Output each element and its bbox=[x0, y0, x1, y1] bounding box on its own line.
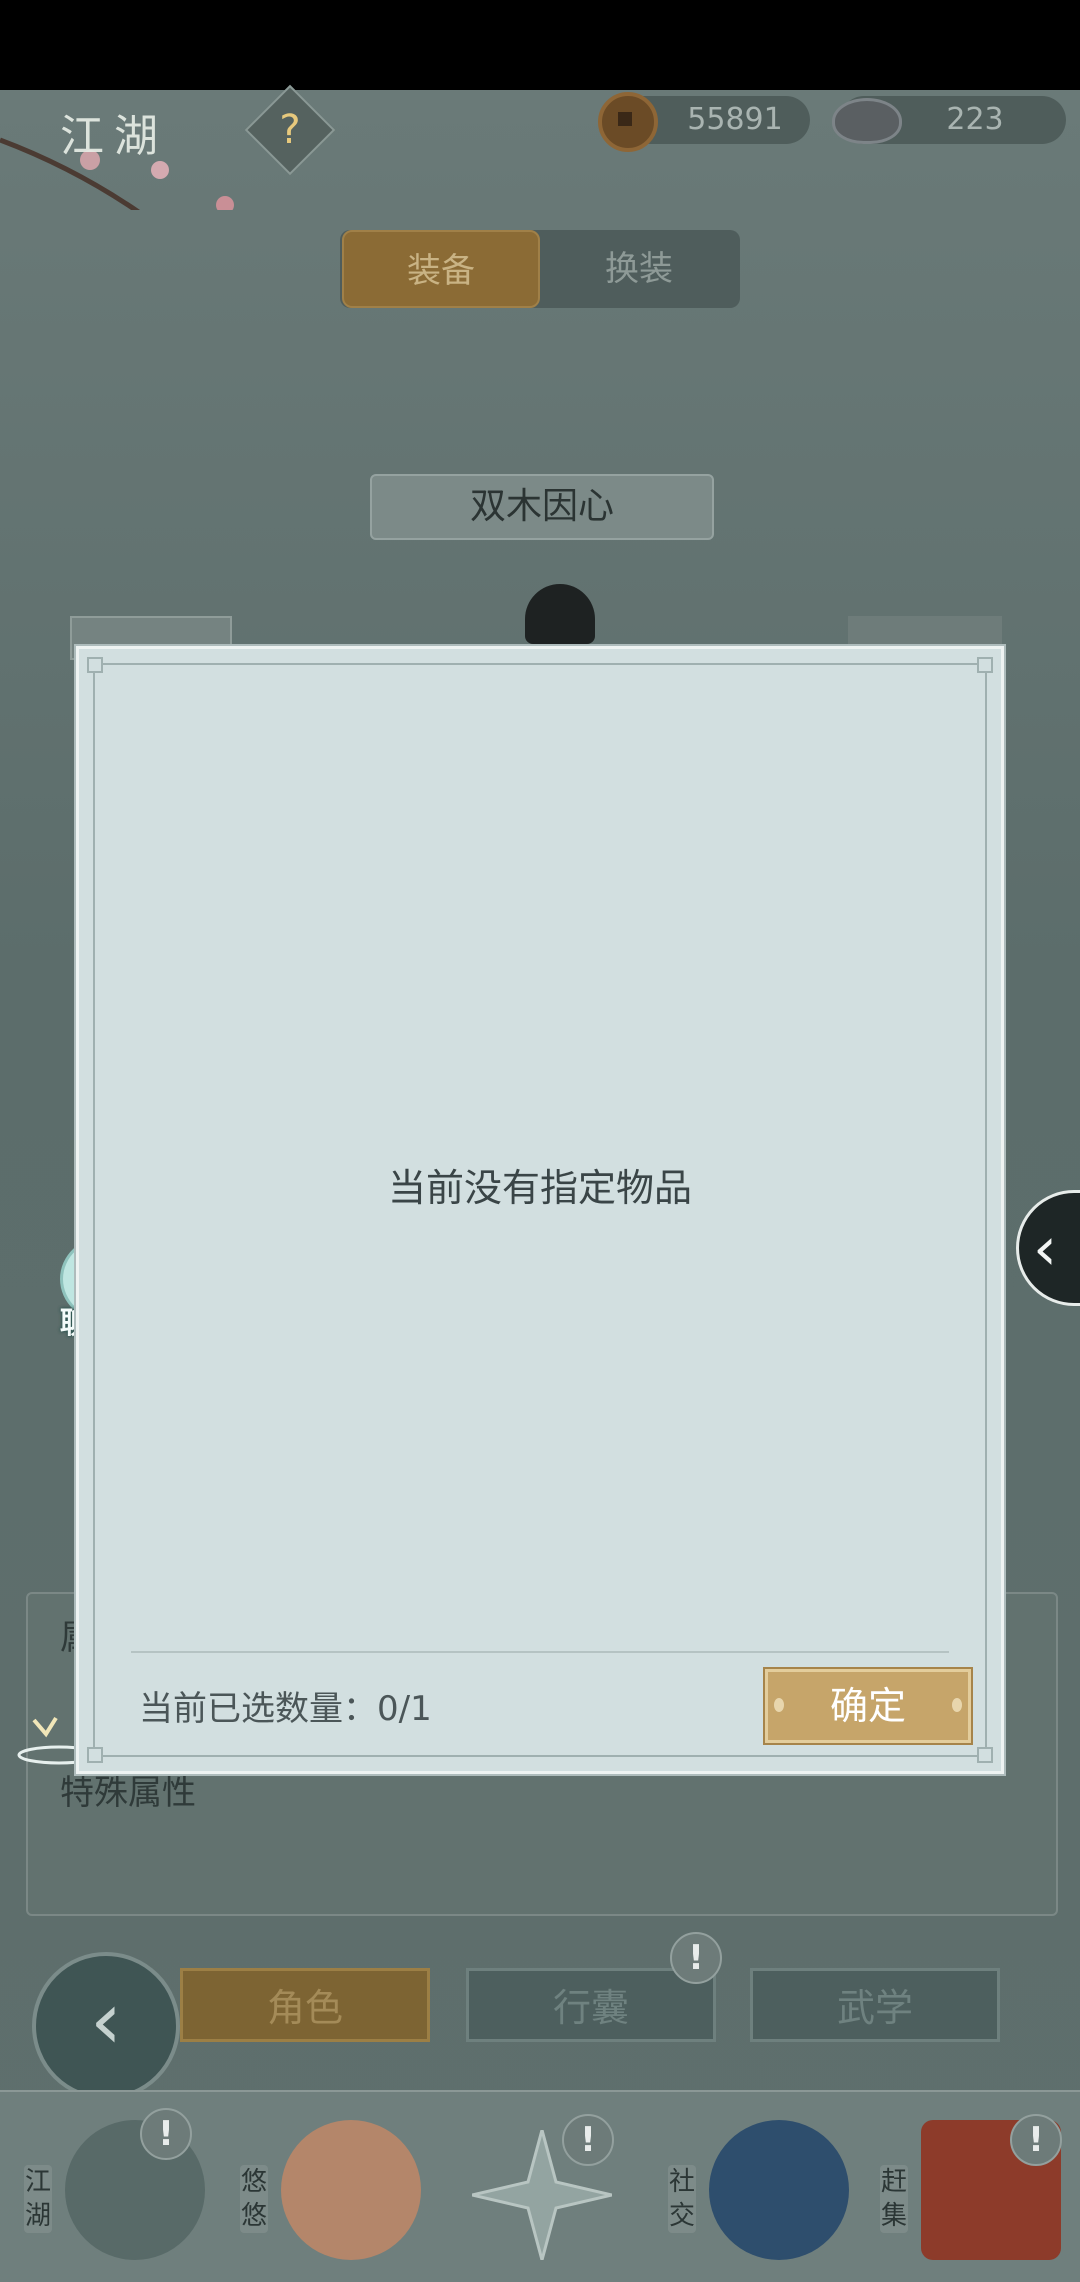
status-bar bbox=[0, 0, 1080, 90]
jianghu-alert-icon: ! bbox=[140, 2108, 192, 2160]
frame-corner bbox=[87, 1747, 103, 1763]
silver-amount: 223 bbox=[946, 102, 1004, 137]
bag-alert-icon: ! bbox=[670, 1932, 722, 1984]
empty-message: 当前没有指定物品 bbox=[387, 1166, 692, 1210]
confirm-button[interactable]: 确定 bbox=[765, 1669, 971, 1743]
copper-coin-icon bbox=[598, 92, 658, 152]
center-alert-icon: ! bbox=[562, 2114, 614, 2166]
nav-role-button[interactable]: 角色 bbox=[180, 1968, 430, 2042]
nav-skill-button[interactable]: 武学 bbox=[750, 1968, 1000, 2042]
copper-amount: 55891 bbox=[687, 102, 783, 137]
character-name-plate: 双木因心 bbox=[370, 474, 714, 540]
question-icon: ? bbox=[279, 107, 301, 153]
selected-count: 当前已选数量：0/1 bbox=[139, 1689, 432, 1729]
dock-item-market[interactable]: 赶集 ! bbox=[876, 2114, 1076, 2270]
dock-item-social[interactable]: 社交 bbox=[664, 2120, 864, 2270]
back-button[interactable]: ‹ bbox=[32, 1952, 180, 2100]
silver-ingot-icon bbox=[832, 98, 902, 144]
dock-item-youyou[interactable]: 悠悠 bbox=[236, 2120, 436, 2270]
dock-item-jianghu[interactable]: 江湖 ! bbox=[20, 2108, 220, 2270]
copper-currency: 55891 bbox=[598, 92, 810, 152]
wave-bowl-icon bbox=[709, 2120, 849, 2260]
dock-label-jianghu: 江湖 bbox=[24, 2165, 52, 2233]
frame-corner bbox=[977, 657, 993, 673]
dock-item-center[interactable]: ! bbox=[452, 2114, 652, 2270]
dock-label-social: 社交 bbox=[668, 2165, 696, 2233]
dock-label-youyou: 悠悠 bbox=[240, 2165, 268, 2233]
nav-bag-button[interactable]: 行囊 bbox=[466, 1968, 716, 2042]
market-alert-icon: ! bbox=[1010, 2114, 1062, 2166]
page-title: 江湖 bbox=[60, 111, 168, 162]
dialog-divider bbox=[131, 1651, 949, 1653]
silver-currency: 223 bbox=[832, 96, 1066, 144]
chevron-left-icon: ‹ bbox=[1033, 1214, 1057, 1284]
item-select-dialog: 当前没有指定物品 当前已选数量：0/1 确定 bbox=[76, 646, 1004, 1774]
dock-label-market: 赶集 bbox=[880, 2165, 908, 2233]
frame-corner bbox=[87, 657, 103, 673]
swallow-sun-icon bbox=[281, 2120, 421, 2260]
back-arrow-icon: ‹ bbox=[90, 1974, 122, 2067]
frame-corner bbox=[977, 1747, 993, 1763]
equipment-tabs: 装备 换装 bbox=[340, 230, 740, 308]
tab-equip[interactable]: 装备 bbox=[342, 230, 540, 308]
tab-outfit[interactable]: 换装 bbox=[540, 230, 738, 308]
